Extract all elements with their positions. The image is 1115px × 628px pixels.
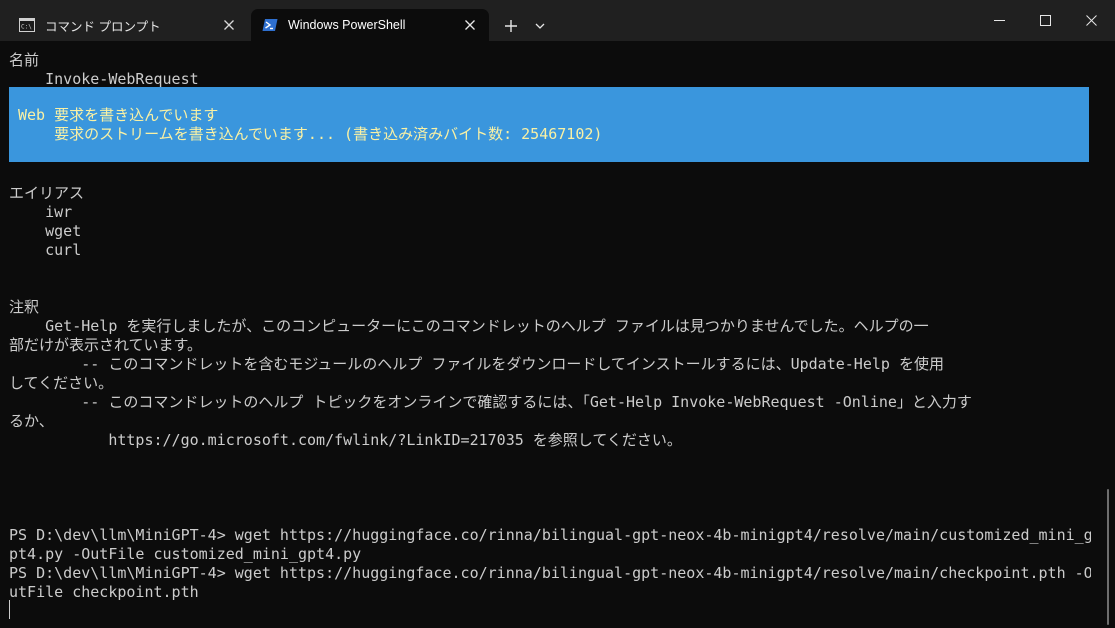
progress-banner: Web 要求を書き込んでいます 要求のストリームを書き込んでいます... (書き…: [9, 87, 1089, 162]
minimize-icon: [993, 20, 1005, 21]
tab-windows-powershell[interactable]: Windows PowerShell: [251, 9, 489, 41]
chevron-down-icon: [535, 23, 545, 29]
terminal-line: るか、: [9, 412, 54, 430]
terminal-line: utFile checkpoint.pth: [9, 583, 199, 601]
terminal-output[interactable]: 名前 Invoke-WebRequest Web 要求を書き込んでいます 要求の…: [0, 41, 1115, 628]
terminal-line: -- このコマンドレットを含むモジュールのヘルプ ファイルをダウンロードしてイン…: [9, 355, 944, 373]
terminal-line: pt4.py -OutFile customized_mini_gpt4.py: [9, 545, 362, 563]
close-icon[interactable]: [222, 18, 236, 32]
scrollbar[interactable]: [1107, 489, 1109, 625]
terminal-line: iwr: [9, 203, 73, 221]
terminal-line: -- このコマンドレットのヘルプ トピックをオンラインで確認するには、「Get-…: [9, 393, 972, 411]
maximize-button[interactable]: [1022, 0, 1068, 41]
tab-label: Windows PowerShell: [288, 18, 406, 32]
close-icon: [1085, 15, 1097, 26]
tab-label: コマンド プロンプト: [45, 19, 161, 34]
maximize-icon: [1039, 15, 1051, 26]
plus-icon: [505, 20, 517, 32]
terminal-line: エイリアス: [9, 184, 85, 202]
cmd-icon: C:\: [19, 18, 35, 32]
new-tab-button[interactable]: [498, 13, 524, 39]
terminal-line: https://go.microsoft.com/fwlink/?LinkID=…: [9, 431, 682, 449]
terminal-line: 名前: [9, 51, 40, 69]
tab-dropdown-button[interactable]: [530, 13, 550, 39]
powershell-icon: [262, 19, 278, 31]
terminal-line: wget: [9, 222, 82, 240]
minimize-button[interactable]: [976, 0, 1022, 41]
close-window-button[interactable]: [1068, 0, 1114, 41]
terminal-line: Get-Help を実行しましたが、このコンピューターにこのコマンドレットのヘル…: [9, 317, 929, 335]
terminal-line: PS D:\dev\llm\MiniGPT-4> wget https://hu…: [9, 526, 1091, 544]
progress-title: Web 要求を書き込んでいます: [18, 106, 219, 124]
text-cursor: [9, 600, 10, 619]
terminal-line: してください。: [9, 374, 114, 392]
close-icon[interactable]: [463, 18, 477, 32]
terminal-line: 注釈: [9, 298, 40, 316]
svg-text:C:\: C:\: [21, 24, 32, 31]
title-bar[interactable]: C:\ コマンド プロンプト Windows PowerShell: [0, 0, 1115, 41]
terminal-line: 部だけが表示されています。: [9, 336, 203, 354]
terminal-line: PS D:\dev\llm\MiniGPT-4> wget https://hu…: [9, 564, 1091, 582]
terminal-line: curl: [9, 241, 82, 259]
tab-command-prompt[interactable]: C:\ コマンド プロンプト: [8, 9, 248, 41]
progress-status: 要求のストリームを書き込んでいます... (書き込み済みバイト数: 254671…: [18, 125, 603, 143]
